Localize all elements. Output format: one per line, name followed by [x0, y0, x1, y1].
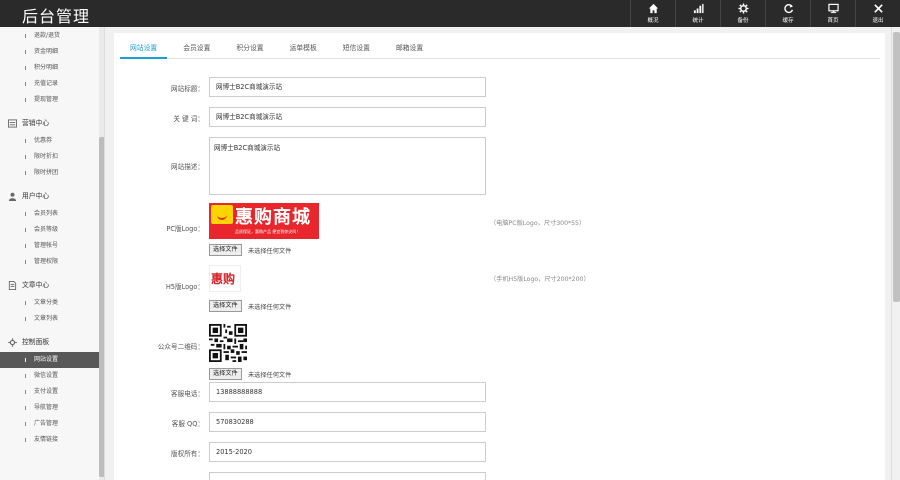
- sidebar-item-site-settings[interactable]: 网站设置: [0, 352, 104, 368]
- pc-logo-file-button[interactable]: 选择文件: [209, 244, 242, 256]
- description-textarea[interactable]: 网博士B2C商城演示站: [209, 137, 486, 195]
- sidebar-group-users-label: 用户中心: [22, 192, 50, 200]
- main-scrollbar-thumb[interactable]: [893, 32, 900, 302]
- brand-title: 后台管理: [22, 7, 91, 26]
- document-icon: [8, 281, 17, 290]
- copyright-input[interactable]: 2015-2020: [209, 442, 486, 462]
- h5-logo-label: H5版Logo：: [165, 283, 204, 291]
- sidebar-top-items: 退款/退货 资金明细 积分明细 充值记录 提现管理: [0, 28, 104, 108]
- sidebar-item-recharge-records[interactable]: 充值记录: [0, 76, 104, 92]
- sidebar-group-marketing-label: 营销中心: [22, 119, 50, 127]
- sidebar-item-payment-settings[interactable]: 支付设置: [0, 384, 104, 400]
- gear-icon: [8, 338, 17, 347]
- site-title-label: 网站标题：: [171, 85, 204, 93]
- site-title-input[interactable]: 网博士B2C商城演示站: [209, 77, 486, 97]
- gear-icon: [737, 3, 749, 14]
- qr-code-file-button[interactable]: 选择文件: [209, 368, 242, 380]
- keywords-input[interactable]: 网博士B2C商城演示站: [209, 107, 486, 127]
- close-icon: [873, 4, 883, 13]
- sidebar-item-article-categories[interactable]: 文章分类: [0, 295, 104, 311]
- nav-statistics[interactable]: 统计: [675, 0, 720, 27]
- nav-overview-label: 概况: [647, 18, 659, 24]
- shopping-bag-icon: [211, 205, 233, 224]
- pc-logo-hint: （电脑PC版Logo，尺寸300*55）: [490, 220, 586, 227]
- phone-input[interactable]: 13888888888: [209, 382, 486, 402]
- sidebar-item-group-buy[interactable]: 限时拼团: [0, 165, 104, 181]
- nav-cache[interactable]: 缓存: [765, 0, 810, 27]
- nav-backup[interactable]: 备份: [720, 0, 765, 27]
- sidebar-group-control-panel-label: 控制面板: [22, 338, 50, 346]
- h5-logo-hint: （手机H5版Logo，尺寸200*200）: [490, 276, 590, 283]
- sidebar-group-marketing[interactable]: 营销中心: [0, 114, 104, 133]
- marketing-icon: [8, 119, 17, 128]
- qr-code-label: 公众号二维码：: [157, 343, 204, 351]
- qq-label: 客服 QQ：: [171, 420, 204, 428]
- sidebar-item-admin-permissions[interactable]: 管理权限: [0, 254, 104, 270]
- sidebar-item-withdraw[interactable]: 提现管理: [0, 92, 104, 108]
- nav-statistics-label: 统计: [692, 18, 704, 24]
- tab-points-settings[interactable]: 积分设置: [226, 37, 273, 59]
- sidebar-item-wechat-settings[interactable]: 微信设置: [0, 368, 104, 384]
- sidebar-item-navigation[interactable]: 导航管理: [0, 400, 104, 416]
- h5-logo-text: 惠购: [211, 272, 236, 286]
- sidebar-group-articles[interactable]: 文章中心: [0, 276, 104, 295]
- sidebar-item-ads[interactable]: 广告管理: [0, 416, 104, 432]
- pc-logo-file-status: 未选择任何文件: [248, 248, 292, 255]
- nav-homepage[interactable]: 首页: [810, 0, 855, 27]
- next-input-partial[interactable]: [209, 472, 486, 480]
- sidebar-item-friend-links[interactable]: 友情链接: [0, 432, 104, 448]
- sidebar-item-points-details[interactable]: 积分明细: [0, 60, 104, 76]
- keywords-label: 关 键 词：: [173, 115, 204, 123]
- top-nav: 概况 统计 备份 缓存 首页 退出: [630, 0, 900, 27]
- h5-logo-image: 惠购: [209, 265, 241, 292]
- monitor-icon: [827, 3, 839, 14]
- pc-logo-subtext: 品质保证，惠购产品 便宜到你尖叫！: [235, 229, 301, 234]
- qr-code-file-status: 未选择任何文件: [248, 372, 292, 379]
- settings-tabs: 网站设置 会员设置 积分设置 运单模板 短信设置 邮箱设置: [120, 37, 880, 59]
- h5-logo-file-button[interactable]: 选择文件: [209, 300, 242, 312]
- tab-email-settings[interactable]: 邮箱设置: [386, 37, 433, 59]
- sidebar-group-users[interactable]: 用户中心: [0, 187, 104, 206]
- user-icon: [8, 192, 17, 201]
- tab-member-settings[interactable]: 会员设置: [173, 37, 220, 59]
- main-scrollbar[interactable]: [891, 27, 900, 480]
- tab-site-settings[interactable]: 网站设置: [120, 37, 168, 59]
- tab-sms-settings[interactable]: 短信设置: [333, 37, 380, 59]
- sidebar-group-articles-label: 文章中心: [22, 281, 50, 289]
- main-content: 网站设置 会员设置 积分设置 运单模板 短信设置 邮箱设置 网站标题： 网博士B…: [105, 27, 900, 480]
- sidebar-item-coupons[interactable]: 优惠券: [0, 133, 104, 149]
- sidebar-item-flash-discount[interactable]: 限时折扣: [0, 149, 104, 165]
- qr-code-image: [209, 324, 247, 362]
- home-icon: [648, 3, 658, 14]
- h5-logo-file-status: 未选择任何文件: [248, 304, 292, 311]
- sidebar: 退款/退货 资金明细 积分明细 充值记录 提现管理 营销中心 优惠券 限时折扣 …: [0, 27, 105, 480]
- bar-chart-icon: [693, 3, 704, 14]
- sidebar-item-member-list[interactable]: 会员列表: [0, 206, 104, 222]
- nav-logout[interactable]: 退出: [855, 0, 900, 27]
- refresh-icon: [783, 4, 793, 14]
- sidebar-item-member-level[interactable]: 会员等级: [0, 222, 104, 238]
- sidebar-group-control-panel[interactable]: 控制面板: [0, 333, 104, 352]
- nav-backup-label: 备份: [737, 18, 749, 24]
- sidebar-item-fund-details[interactable]: 资金明细: [0, 44, 104, 60]
- pc-logo-text: 惠购商城: [235, 207, 311, 228]
- tab-waybill-template[interactable]: 运单模板: [280, 37, 327, 59]
- pc-logo-label: PC版Logo：: [166, 225, 204, 233]
- sidebar-item-article-list[interactable]: 文章列表: [0, 311, 104, 327]
- nav-logout-label: 退出: [872, 18, 884, 24]
- phone-label: 客服电话：: [171, 390, 204, 398]
- qq-input[interactable]: 570830288: [209, 412, 486, 432]
- settings-panel: 网站设置 会员设置 积分设置 运单模板 短信设置 邮箱设置 网站标题： 网博士B…: [114, 33, 885, 480]
- copyright-label: 版权所有：: [171, 450, 204, 458]
- sidebar-item-admin-accounts[interactable]: 管理帐号: [0, 238, 104, 254]
- top-bar: 后台管理 概况 统计 备份 缓存 首页 退出: [0, 0, 900, 27]
- sidebar-item-refund[interactable]: 退款/退货: [0, 28, 104, 44]
- nav-cache-label: 缓存: [782, 18, 794, 24]
- nav-overview[interactable]: 概况: [630, 0, 675, 27]
- nav-homepage-label: 首页: [827, 18, 839, 24]
- description-label: 网站描述：: [171, 163, 204, 171]
- pc-logo-image: 惠购商城 品质保证，惠购产品 便宜到你尖叫！: [209, 203, 319, 239]
